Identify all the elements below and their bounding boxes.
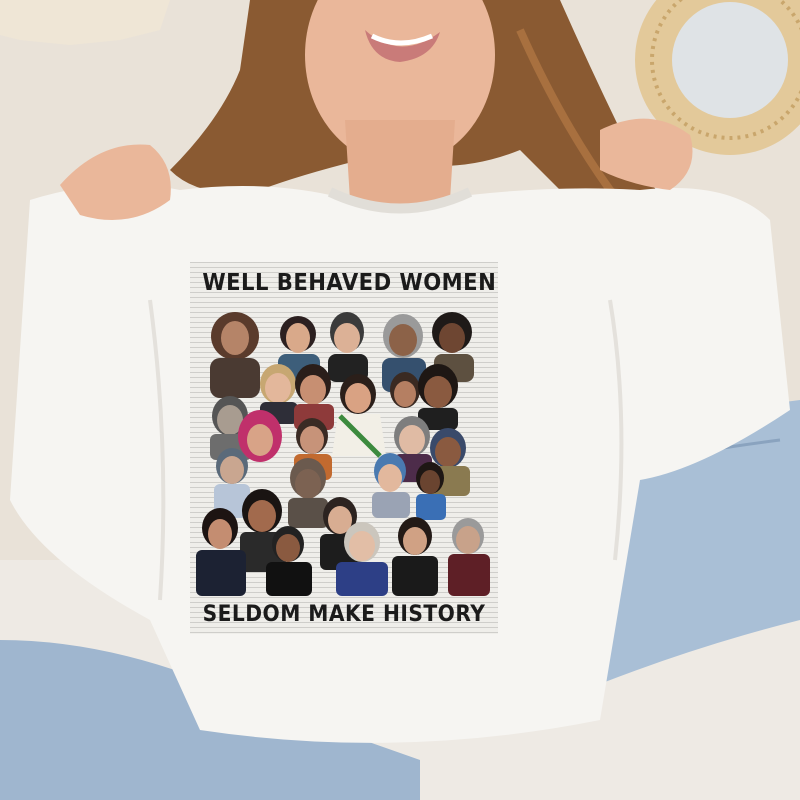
portrait [196, 508, 246, 596]
portrait [288, 458, 328, 528]
portrait [210, 312, 260, 398]
portrait [238, 410, 282, 462]
portrait [332, 374, 386, 458]
portrait-collage [196, 312, 490, 596]
portrait [448, 518, 490, 596]
portrait [328, 312, 368, 382]
portrait [390, 372, 420, 408]
portrait [392, 517, 438, 596]
headline-top: WELL BEHAVED WOMEN [202, 270, 497, 296]
headline-bottom: SELDOM MAKE HISTORY [202, 602, 486, 627]
shirt-print: WELL BEHAVED WOMEN SELDOM MAKE HISTORY [190, 262, 498, 634]
portrait [418, 364, 458, 430]
